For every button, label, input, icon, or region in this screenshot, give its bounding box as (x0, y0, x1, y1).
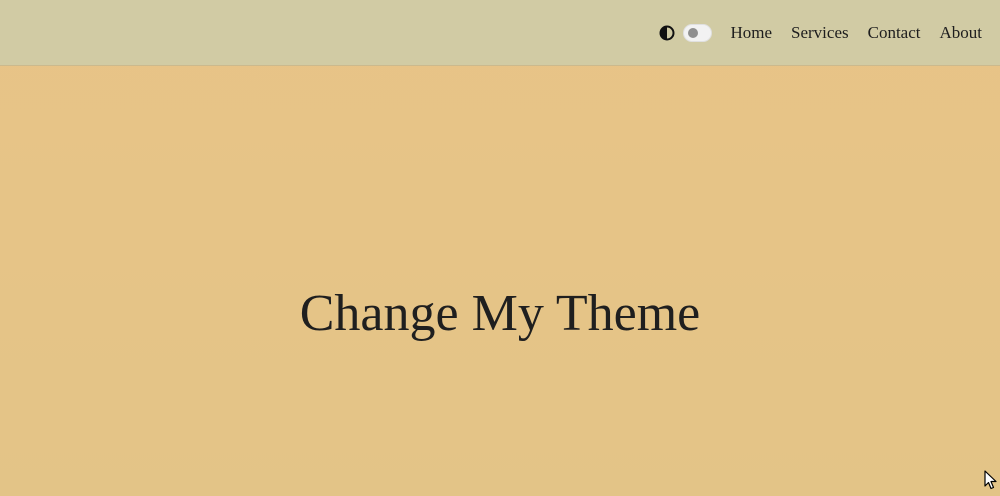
hero-title: Change My Theme (299, 285, 701, 342)
theme-toggle-switch[interactable] (683, 23, 713, 42)
nav-link-about[interactable]: About (940, 23, 983, 43)
toggle-knob (688, 27, 699, 38)
nav-link-contact[interactable]: Contact (868, 23, 921, 43)
page: Home Services Contact About Change My Th… (0, 0, 1000, 496)
contrast-icon (659, 25, 675, 41)
nav-right: Home Services Contact About (659, 0, 982, 65)
nav-link-services[interactable]: Services (791, 23, 849, 43)
navbar: Home Services Contact About (0, 0, 1000, 66)
pointer-arrow-icon (984, 470, 998, 490)
nav-link-home[interactable]: Home (730, 23, 772, 43)
